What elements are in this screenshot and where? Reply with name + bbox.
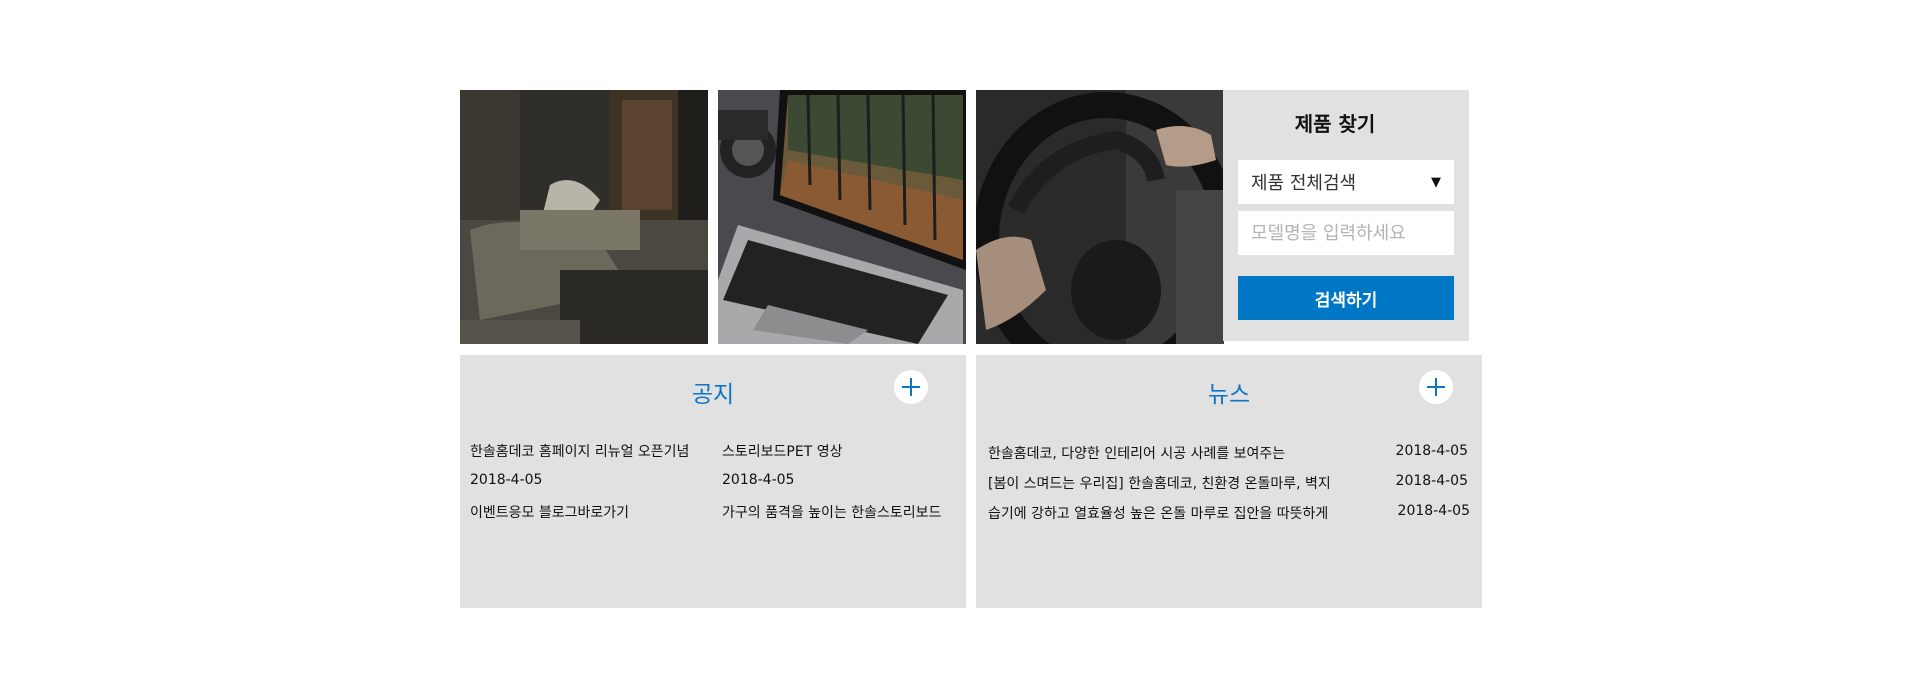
dropdown-arrow-icon: ▼ bbox=[1431, 174, 1441, 190]
bedroom-photo[interactable] bbox=[460, 90, 708, 344]
notice-more-plus-icon[interactable] bbox=[894, 370, 928, 404]
product-finder: 제품 찾기 제품 전체검색 ▼ 검색하기 bbox=[1223, 90, 1469, 341]
news-title: 뉴스 bbox=[1207, 382, 1251, 408]
category-select[interactable]: 제품 전체검색 ▼ bbox=[1238, 160, 1454, 204]
notice-item: 2018-4-05 bbox=[470, 472, 543, 488]
notice-panel: 공지 한솔홈데코 홈페이지 리뉴얼 오픈기념 2018-4-05 이벤트응모 블… bbox=[460, 355, 966, 608]
notice-item[interactable]: 이벤트응모 블로그바로가기 bbox=[470, 502, 629, 522]
laptop-photo-graphic bbox=[718, 90, 966, 344]
news-item-date: 2018-4-05 bbox=[1397, 503, 1470, 519]
news-item-date: 2018-4-05 bbox=[1395, 443, 1468, 459]
notice-item[interactable]: 한솔홈데코 홈페이지 리뉴얼 오픈기념 bbox=[470, 441, 689, 461]
news-item-title[interactable]: [봄이 스며드는 우리집] 한솔홈데코, 친환경 온돌마루, 벽지 bbox=[988, 473, 1331, 493]
steering-wheel-photo[interactable] bbox=[976, 90, 1224, 344]
model-name-input[interactable] bbox=[1238, 211, 1454, 255]
notice-title: 공지 bbox=[691, 382, 735, 408]
news-item-title[interactable]: 한솔홈데코, 다양한 인테리어 시공 사례를 보여주는 bbox=[988, 443, 1285, 463]
news-item-title[interactable]: 습기에 강하고 열효율성 높은 온돌 마루로 집안을 따뜻하게 bbox=[988, 503, 1328, 523]
notice-item: 2018-4-05 bbox=[722, 472, 795, 488]
laptop-photo[interactable] bbox=[718, 90, 966, 344]
notice-item[interactable]: 가구의 품격을 높이는 한솔스토리보드 bbox=[722, 502, 941, 522]
notice-item[interactable]: 스토리보드PET 영상 bbox=[722, 441, 842, 461]
category-select-value: 제품 전체검색 bbox=[1251, 173, 1357, 194]
news-panel: 뉴스 한솔홈데코, 다양한 인테리어 시공 사례를 보여주는 2018-4-05… bbox=[976, 355, 1482, 608]
bedroom-photo-graphic bbox=[460, 90, 708, 344]
news-item-date: 2018-4-05 bbox=[1395, 473, 1468, 489]
news-more-plus-icon[interactable] bbox=[1419, 370, 1453, 404]
search-button[interactable]: 검색하기 bbox=[1238, 276, 1454, 320]
product-finder-title: 제품 찾기 bbox=[1294, 112, 1376, 136]
steering-wheel-photo-graphic bbox=[976, 90, 1224, 344]
